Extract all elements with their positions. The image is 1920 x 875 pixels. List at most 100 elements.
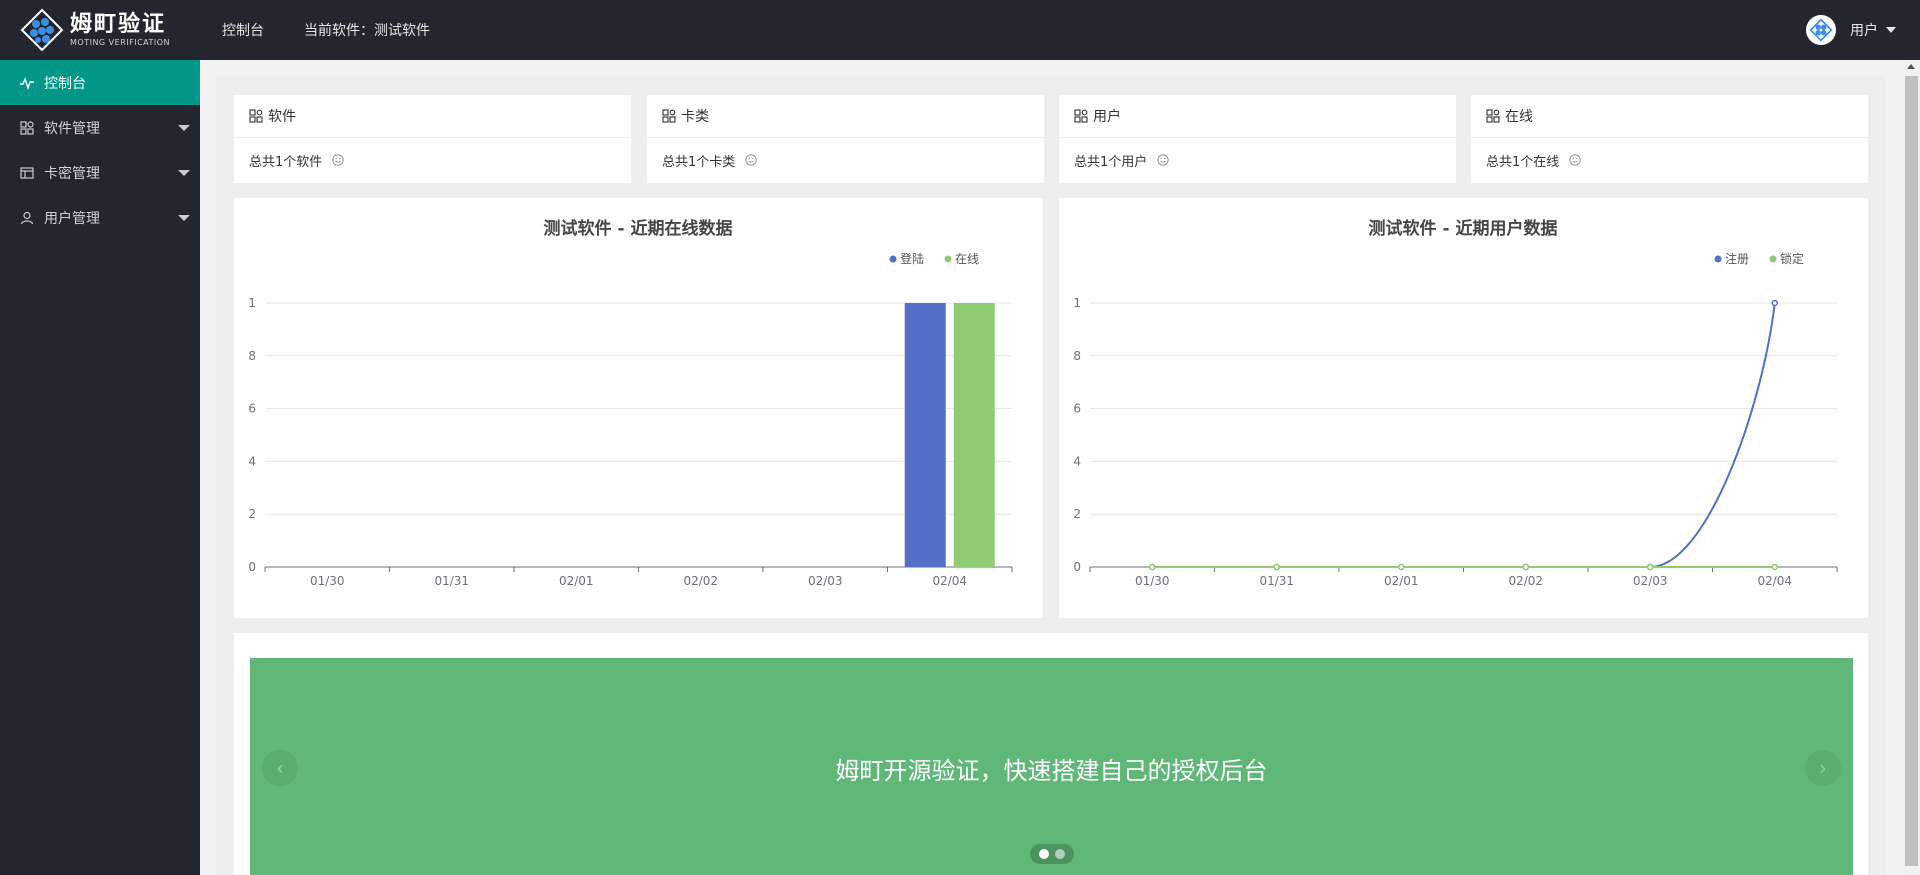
legend-label: 登陆: [900, 251, 924, 266]
data-point: [1647, 563, 1654, 571]
stat-card-title: 卡类: [681, 109, 709, 125]
scroll-thumb[interactable]: [1905, 76, 1918, 866]
y-tick-label: 8: [248, 349, 256, 363]
top-nav-current-software[interactable]: 当前软件：测试软件: [304, 20, 430, 40]
smile-icon: [1157, 154, 1169, 166]
stat-card-software: 软件 总共1个软件: [234, 95, 631, 183]
y-tick-label: 0: [1073, 560, 1081, 574]
logo-icon: [20, 8, 64, 52]
x-tick-label: 02/03: [1633, 574, 1668, 588]
user-menu-label[interactable]: 用户: [1850, 20, 1878, 40]
y-tick-label: 6: [1073, 402, 1081, 416]
apps-icon: [1074, 109, 1088, 123]
x-tick-label: 02/03: [808, 574, 843, 588]
stat-card-title: 用户: [1093, 109, 1121, 125]
legend-label: 锁定: [1780, 251, 1804, 266]
sidebar-item-software[interactable]: 软件管理: [0, 105, 200, 150]
x-tick-label: 02/02: [683, 574, 718, 588]
carousel-dot[interactable]: [1039, 849, 1049, 859]
sidebar: 控制台 软件管理 卡密管理 用户管理: [0, 60, 200, 875]
carousel-dot[interactable]: [1055, 849, 1065, 859]
data-point: [1771, 299, 1778, 307]
y-tick-label: 1: [1073, 296, 1081, 310]
scroll-up-icon[interactable]: [1907, 64, 1915, 69]
stat-card-text: 总共1个在线: [1486, 154, 1560, 170]
x-tick-label: 01/30: [310, 574, 345, 588]
stat-card-text: 总共1个卡类: [662, 154, 736, 170]
page-scrollbar[interactable]: [1903, 60, 1920, 875]
top-nav: 控制台 当前软件：测试软件: [222, 0, 470, 60]
logo[interactable]: 姆町验证 MOTING VERIFICATION: [20, 8, 170, 52]
sidebar-item-label: 控制台: [44, 75, 86, 92]
data-point: [1273, 563, 1280, 571]
smile-icon: [745, 154, 757, 166]
data-point: [1149, 563, 1156, 571]
sidebar-item-label: 用户管理: [44, 210, 100, 227]
card-icon: [20, 166, 34, 179]
y-tick-label: 0: [248, 560, 256, 574]
x-tick-label: 01/30: [1135, 574, 1170, 588]
banner-carousel: 姆町开源验证，快速搭建自己的授权后台 ‹ ›: [250, 658, 1853, 875]
chevron-down-icon: [1886, 27, 1896, 33]
top-nav-console[interactable]: 控制台: [222, 20, 264, 40]
carousel-next-button[interactable]: ›: [1805, 750, 1841, 786]
caret-down-icon: [178, 170, 190, 176]
carousel-prev-button[interactable]: ‹: [262, 750, 298, 786]
x-tick-label: 02/01: [559, 574, 594, 588]
apps-icon: [1486, 109, 1500, 123]
banner-text: 姆町开源验证，快速搭建自己的授权后台: [835, 757, 1268, 785]
legend-marker: [1714, 255, 1722, 263]
x-tick-label: 02/02: [1508, 574, 1543, 588]
avatar[interactable]: [1806, 15, 1836, 45]
y-tick-label: 8: [1073, 349, 1081, 363]
chart-card-online: 测试软件 - 近期在线数据 登陆 在线 0 2 4 6 8 1 01/30 01/31 02/01 02…: [234, 198, 1043, 618]
chart-title: 测试软件 - 近期在线数据: [544, 218, 733, 239]
data-point: [1398, 563, 1405, 571]
avatar-logo-icon: [1809, 18, 1833, 42]
legend-label: 注册: [1725, 251, 1749, 266]
stat-card-title: 在线: [1505, 109, 1533, 125]
sidebar-item-console[interactable]: 控制台: [0, 60, 200, 105]
caret-down-icon: [178, 125, 190, 131]
caret-down-icon: [178, 215, 190, 221]
x-tick-label: 02/01: [1384, 574, 1419, 588]
chart-title: 测试软件 - 近期用户数据: [1369, 218, 1558, 239]
x-tick-label: 01/31: [1259, 574, 1294, 588]
stat-card-title: 软件: [268, 109, 296, 125]
sidebar-item-cards[interactable]: 卡密管理: [0, 150, 200, 195]
logo-title: 姆町验证: [70, 12, 167, 37]
y-tick-label: 4: [248, 454, 256, 468]
legend-marker: [1769, 255, 1777, 263]
sidebar-item-users[interactable]: 用户管理: [0, 195, 200, 240]
legend-marker: [889, 255, 897, 263]
pulse-icon: [20, 76, 34, 90]
x-tick-label: 02/04: [932, 574, 967, 588]
apps-icon: [20, 120, 34, 135]
bar: [904, 303, 946, 567]
stat-card-text: 总共1个用户: [1074, 154, 1148, 170]
stat-card-online: 在线 总共1个在线: [1471, 95, 1868, 183]
chart-card-users: 测试软件 - 近期用户数据注册 锁定 0 2 4 6 8 1 01/30 01/31 02/01 02…: [1059, 198, 1868, 618]
carousel-indicator: [1030, 844, 1074, 864]
y-tick-label: 4: [1073, 454, 1081, 468]
data-point: [1771, 563, 1778, 571]
sidebar-item-label: 卡密管理: [44, 165, 100, 182]
apps-icon: [662, 109, 676, 123]
logo-subtitle: MOTING VERIFICATION: [70, 38, 171, 47]
sidebar-item-label: 软件管理: [44, 120, 100, 137]
top-header: 姆町验证 MOTING VERIFICATION 控制台 当前软件：测试软件 用…: [0, 0, 1920, 60]
y-tick-label: 2: [248, 507, 256, 521]
y-tick-label: 1: [248, 296, 256, 310]
stat-card-users: 用户 总共1个用户: [1059, 95, 1456, 183]
y-tick-label: 6: [248, 402, 256, 416]
legend-label: 在线: [955, 252, 979, 266]
user-menu[interactable]: 用户: [1806, 0, 1896, 60]
stat-card-text: 总共1个软件: [249, 154, 323, 170]
smile-icon: [332, 154, 344, 166]
bar: [953, 303, 995, 567]
stat-card-card-types: 卡类 总共1个卡类: [647, 95, 1044, 183]
y-tick-label: 2: [1073, 507, 1081, 521]
online-bar-chart: 测试软件 - 近期在线数据登陆 在线 0 2 4 6 8 1 01/30 01/31 02/01 02…: [248, 218, 1013, 588]
users-line-chart: 测试软件 - 近期用户数据注册 锁定 0 2 4 6 8 1 01/30 01/31 02/01 02…: [1073, 218, 1838, 588]
legend-marker: [944, 255, 952, 263]
